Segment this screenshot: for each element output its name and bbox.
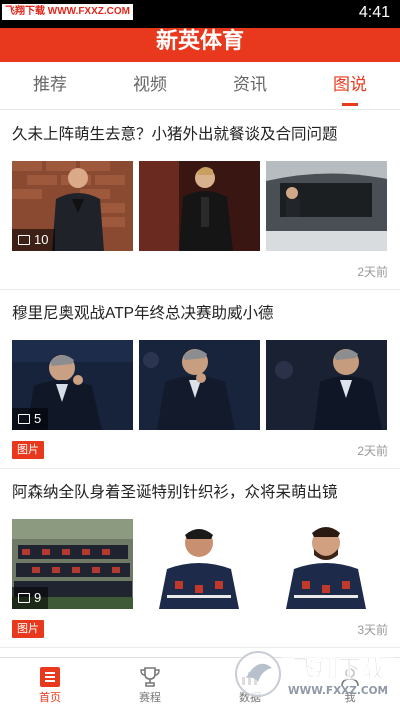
tab-video[interactable]: 视频 xyxy=(100,62,200,109)
thumbnail[interactable]: 10 xyxy=(12,161,133,251)
thumbnail-row: 10 xyxy=(12,161,388,251)
tab-label: 资讯 xyxy=(233,75,267,94)
article-meta: 图片 2天前 xyxy=(12,430,388,468)
gallery-icon xyxy=(18,414,30,424)
svg-text:WWW.FXXZ.COM: WWW.FXXZ.COM xyxy=(288,685,388,697)
article-headline[interactable]: 穆里尼奥观战ATP年终总决赛助威小德 xyxy=(12,290,388,340)
photo-count-badge: 10 xyxy=(12,229,56,251)
timestamp: 2天前 xyxy=(357,444,388,458)
status-bar: 飞翔下载 WWW.FXXZ.COM 4:41 xyxy=(0,0,400,28)
tab-label: 视频 xyxy=(133,75,167,94)
photo-count: 10 xyxy=(34,232,49,247)
nav-schedule[interactable]: 赛程 xyxy=(100,658,200,711)
tab-label: 图说 xyxy=(333,75,367,94)
clock: 4:41 xyxy=(358,4,390,21)
list-item[interactable]: 穆里尼奥观战ATP年终总决赛助威小德 5 图片 2天前 xyxy=(0,290,400,469)
gallery-icon xyxy=(18,593,30,603)
nav-home[interactable]: 首页 xyxy=(0,658,100,711)
watermark-logo: 飞翔下载 WWW.FXXZ.COM xyxy=(232,648,398,704)
article-headline[interactable]: 久未上阵萌生去意？小猪外出就餐谈及合同问题 xyxy=(12,111,388,161)
gallery-icon xyxy=(18,235,30,245)
thumbnail[interactable]: 9 xyxy=(12,519,133,609)
thumbnail-row: 9 xyxy=(12,519,388,609)
thumbnail[interactable] xyxy=(139,340,260,430)
article-feed[interactable]: 久未上阵萌生去意？小猪外出就餐谈及合同问题 10 2天前 穆里尼奥观战ATP年终… xyxy=(0,111,400,656)
tab-recommend[interactable]: 推荐 xyxy=(0,62,100,109)
thumbnail[interactable] xyxy=(266,161,387,251)
thumbnail[interactable] xyxy=(266,519,387,609)
list-item[interactable]: 久未上阵萌生去意？小猪外出就餐谈及合同问题 10 2天前 xyxy=(0,111,400,290)
photo-count: 9 xyxy=(34,590,42,605)
thumbnail[interactable] xyxy=(266,340,387,430)
photo-count-badge: 5 xyxy=(12,408,49,430)
article-meta: 图片 3天前 xyxy=(12,609,388,647)
tab-news[interactable]: 资讯 xyxy=(200,62,300,109)
home-icon xyxy=(40,667,60,687)
list-item[interactable]: 阿森纳全队身着圣诞特别针织衫，众将呆萌出镜 9 图片 3天前 xyxy=(0,469,400,648)
category-tabs: 推荐 视频 资讯 图说 xyxy=(0,62,400,110)
photo-count: 5 xyxy=(34,411,42,426)
timestamp: 2天前 xyxy=(357,265,388,279)
photo-count-badge: 9 xyxy=(12,587,49,609)
svg-text:飞翔下载: 飞翔下载 xyxy=(292,655,384,682)
app-title: 新英体育 xyxy=(155,28,244,53)
timestamp: 3天前 xyxy=(357,623,388,637)
article-headline[interactable]: 阿森纳全队身着圣诞特别针织衫，众将呆萌出镜 xyxy=(12,469,388,519)
active-tab-indicator xyxy=(342,103,358,106)
thumbnail[interactable]: 5 xyxy=(12,340,133,430)
nav-label: 赛程 xyxy=(139,692,161,704)
thumbnail-row: 5 xyxy=(12,340,388,430)
thumbnail[interactable] xyxy=(139,519,260,609)
article-meta: 2天前 xyxy=(12,251,388,289)
photo-tag-badge: 图片 xyxy=(12,441,44,459)
tab-label: 推荐 xyxy=(33,75,67,94)
watermark-text: 飞翔下载 WWW.FXXZ.COM xyxy=(2,4,133,20)
tab-gallery[interactable]: 图说 xyxy=(300,62,400,109)
trophy-icon xyxy=(140,667,160,687)
thumbnail[interactable] xyxy=(139,161,260,251)
photo-tag-badge: 图片 xyxy=(12,620,44,638)
nav-label: 首页 xyxy=(39,692,61,704)
app-header: 新英体育 xyxy=(0,28,400,62)
